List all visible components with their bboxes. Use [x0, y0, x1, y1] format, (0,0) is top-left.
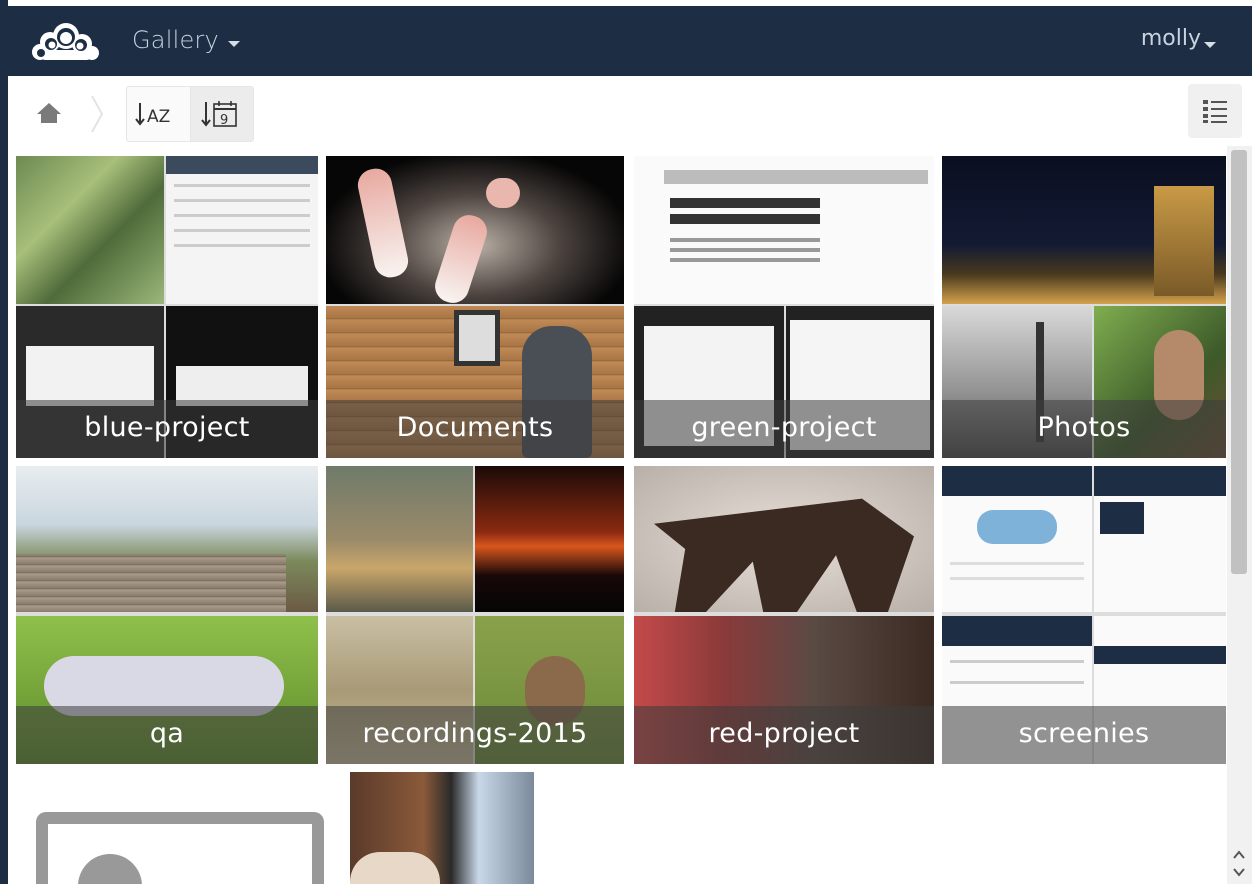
album-thumbnail: [634, 156, 934, 304]
gallery-grid: blue-project Documents green-project Pho…: [8, 152, 1226, 884]
album-blue-project[interactable]: blue-project: [16, 156, 318, 458]
album-thumbnail: [166, 156, 318, 304]
sort-by-date-button[interactable]: 9: [189, 87, 253, 141]
album-qa[interactable]: qa: [16, 466, 318, 764]
album-recordings-2015[interactable]: recordings-2015: [326, 466, 624, 764]
scrollbar-thumb[interactable]: [1231, 150, 1247, 574]
user-menu-name[interactable]: molly: [1141, 26, 1201, 51]
album-thumbnail: [634, 466, 934, 612]
album-documents[interactable]: Documents: [326, 156, 624, 458]
breadcrumb-separator-icon: [91, 95, 104, 133]
album-label: screenies: [942, 706, 1226, 764]
album-thumbnail: [942, 156, 1226, 304]
album-screenies[interactable]: screenies: [942, 466, 1226, 764]
album-green-project[interactable]: green-project: [634, 156, 934, 458]
album-label: qa: [16, 706, 318, 764]
user-menu-caret-icon[interactable]: [1204, 42, 1216, 48]
window-edge: [0, 0, 8, 884]
sort-button-group: AZ 9: [126, 86, 254, 142]
image-placeholder-tile[interactable]: [16, 772, 334, 884]
sort-date-label: 9: [220, 113, 228, 128]
gallery-toolbar: AZ 9: [8, 76, 1252, 152]
album-label: green-project: [634, 400, 934, 458]
album-label: Documents: [326, 400, 624, 458]
list-view-icon: [1203, 100, 1227, 123]
album-thumbnail: [326, 466, 473, 612]
album-label: Photos: [942, 400, 1226, 458]
album-photos[interactable]: Photos: [942, 156, 1226, 458]
home-icon[interactable]: [34, 98, 64, 128]
album-thumbnail: [1094, 466, 1226, 612]
album-thumbnail: [16, 156, 164, 304]
sort-date-icon: 9: [201, 101, 237, 128]
album-thumbnail: [942, 466, 1092, 612]
app-menu-caret-icon[interactable]: [228, 41, 240, 47]
app-header: Gallery molly: [8, 6, 1252, 76]
sort-by-name-button[interactable]: AZ: [127, 87, 190, 141]
album-thumbnail: [326, 156, 624, 304]
list-view-button[interactable]: [1188, 84, 1242, 138]
album-label: blue-project: [16, 400, 318, 458]
app-menu-title[interactable]: Gallery: [132, 26, 219, 54]
album-thumbnail: [16, 466, 318, 612]
album-label: red-project: [634, 706, 934, 764]
album-label: recordings-2015: [326, 706, 624, 764]
album-thumbnail: [475, 466, 624, 612]
album-red-project[interactable]: red-project: [634, 466, 934, 764]
scroll-down-arrow-icon[interactable]: [1231, 865, 1247, 879]
owncloud-logo-icon[interactable]: [30, 20, 100, 62]
image-tile[interactable]: [350, 772, 534, 884]
sort-name-label: AZ: [147, 107, 170, 127]
scroll-up-arrow-icon[interactable]: [1231, 848, 1247, 862]
sort-alpha-icon: AZ: [135, 103, 171, 127]
